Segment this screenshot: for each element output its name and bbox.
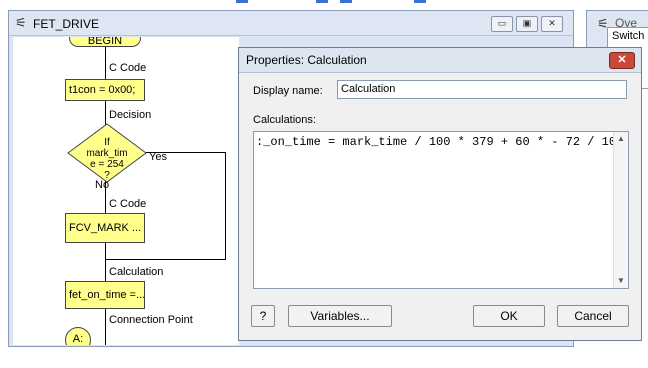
close-icon[interactable]: ✕ bbox=[609, 52, 635, 69]
properties-dialog: Properties: Calculation ✕ Display name: … bbox=[238, 47, 642, 341]
calculation-label: Calculation bbox=[109, 266, 164, 278]
flowchart-title: FET_DRIVE bbox=[33, 17, 100, 31]
decision-label: Decision bbox=[109, 109, 152, 121]
variables-button[interactable]: Variables... bbox=[288, 305, 392, 327]
no-label: No bbox=[95, 179, 110, 191]
top-toolbar-strip bbox=[0, 0, 648, 8]
c-code-label: C Code bbox=[109, 198, 147, 210]
help-button[interactable]: ? bbox=[251, 305, 275, 327]
cancel-button[interactable]: Cancel bbox=[557, 305, 629, 327]
switch-label: Switch bbox=[612, 30, 645, 42]
calculation-text[interactable]: :_on_time = mark_time / 100 * 379 + 60 *… bbox=[256, 135, 623, 149]
toolbar-icon-fragment bbox=[236, 0, 248, 3]
minimize-button[interactable]: ▭ bbox=[491, 16, 513, 32]
calculations-textarea[interactable]: :_on_time = mark_time / 100 * 379 + 60 *… bbox=[253, 131, 629, 289]
scroll-up-icon[interactable]: ▲ bbox=[614, 132, 628, 146]
ok-button[interactable]: OK bbox=[473, 305, 545, 327]
calculations-label: Calculations: bbox=[253, 114, 316, 126]
display-name-field[interactable]: Calculation bbox=[337, 80, 627, 99]
toolbar-icon-fragment bbox=[340, 0, 352, 3]
maximize-button[interactable]: ▣ bbox=[516, 16, 538, 32]
flowchart-window-icon: ⚟ bbox=[15, 15, 27, 30]
dialog-titlebar[interactable]: Properties: Calculation ✕ bbox=[239, 48, 641, 73]
close-button[interactable]: ✕ bbox=[541, 16, 563, 32]
toolbar-icon-fragment bbox=[414, 0, 426, 3]
c-code-label: C Code bbox=[109, 62, 147, 74]
connection-point-label: Connection Point bbox=[109, 314, 193, 326]
yes-branch-line bbox=[225, 152, 226, 260]
flowchart-canvas[interactable]: BEGIN C Code t1con = 0x00; Decision If m… bbox=[13, 37, 239, 345]
scroll-down-icon[interactable]: ▼ bbox=[614, 274, 628, 288]
display-name-label: Display name: bbox=[253, 85, 323, 97]
connector-a[interactable]: A: bbox=[65, 327, 91, 345]
decision-text: If mark_tim e = 254 ? bbox=[86, 137, 128, 181]
toolbar-icon-fragment bbox=[316, 0, 328, 3]
yes-branch-line bbox=[105, 259, 226, 260]
calculation-block[interactable]: fet_on_time =... bbox=[65, 281, 145, 309]
dialog-title: Properties: Calculation bbox=[246, 53, 367, 67]
fcv-mark-block[interactable]: FCV_MARK ... bbox=[65, 213, 145, 243]
flowchart-titlebar[interactable]: ⚟ FET_DRIVE ▭ ▣ ✕ bbox=[9, 11, 573, 36]
yes-label: Yes bbox=[149, 151, 167, 163]
calculations-scrollbar[interactable]: ▲ ▼ bbox=[613, 132, 628, 288]
t1con-block[interactable]: t1con = 0x00; bbox=[65, 79, 145, 101]
begin-block[interactable]: BEGIN bbox=[69, 37, 141, 47]
